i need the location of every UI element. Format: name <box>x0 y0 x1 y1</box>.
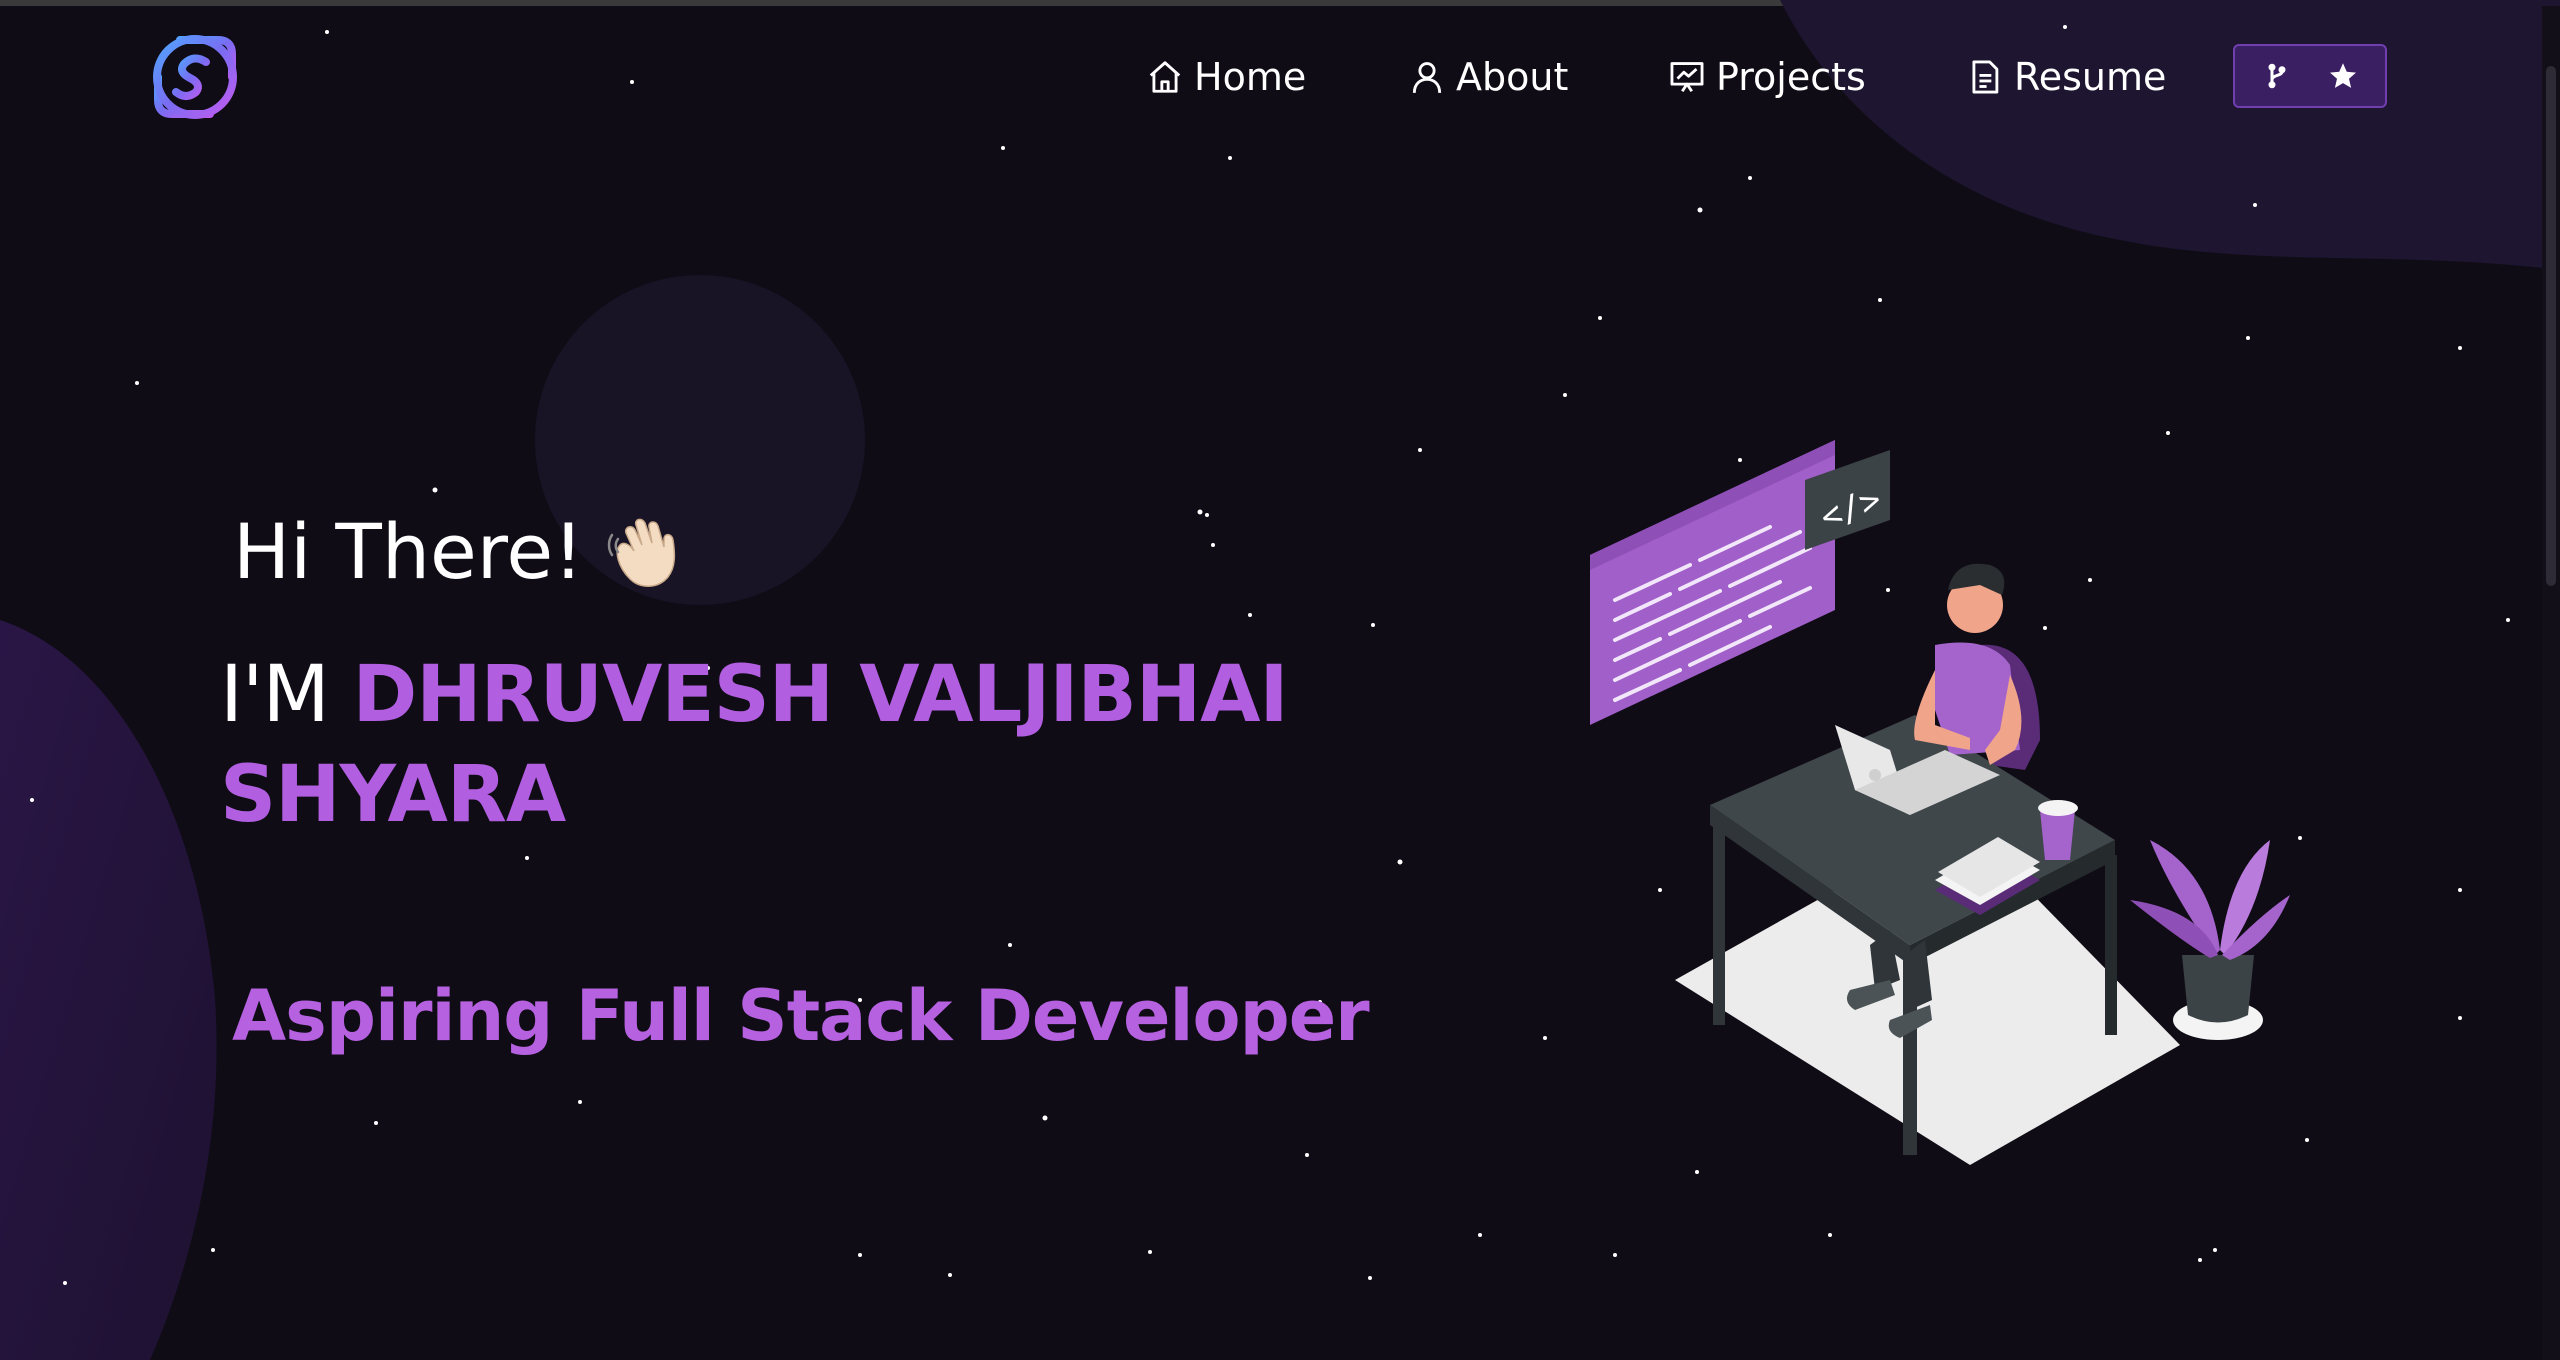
nav-projects-label: Projects <box>1716 55 1866 99</box>
developer-at-desk-illustration: </> <box>1590 440 2290 1165</box>
hero-name-line1: I'M DHRUVESH VALJIBHAI <box>220 650 1289 740</box>
scrollbar-thumb[interactable] <box>2546 66 2556 586</box>
hero-subtitle: Aspiring Full Stack Developer <box>232 975 1370 1057</box>
nav-resume-label: Resume <box>2014 55 2167 99</box>
nav-projects-link[interactable]: Projects <box>1668 46 1866 108</box>
page-scrollbar[interactable] <box>2542 6 2560 1360</box>
git-fork-icon <box>2268 63 2286 89</box>
home-icon <box>1149 61 1181 93</box>
nav-about-link[interactable]: About <box>1408 46 1568 108</box>
greeting-text: Hi There! <box>233 506 584 596</box>
document-icon <box>1972 60 1999 94</box>
star-icon <box>2330 63 2356 88</box>
name-part2: SHYARA <box>220 750 566 840</box>
s-logo-icon[interactable] <box>150 32 240 122</box>
hero-greeting: Hi There! <box>233 505 694 597</box>
user-icon <box>1412 62 1442 93</box>
presentation-icon <box>1670 62 1704 93</box>
github-fork-star-button[interactable] <box>2233 44 2387 108</box>
nav-resume-link[interactable]: Resume <box>1966 46 2166 108</box>
navbar: Home About Projects Resume <box>0 6 2560 136</box>
waving-hand-icon <box>607 518 675 587</box>
nav-home-link[interactable]: Home <box>1146 46 1306 108</box>
name-part1: DHRUVESH VALJIBHAI <box>352 650 1289 740</box>
nav-home-label: Home <box>1194 55 1307 99</box>
nav-about-label: About <box>1456 55 1569 99</box>
name-prefix: I'M <box>220 650 353 740</box>
